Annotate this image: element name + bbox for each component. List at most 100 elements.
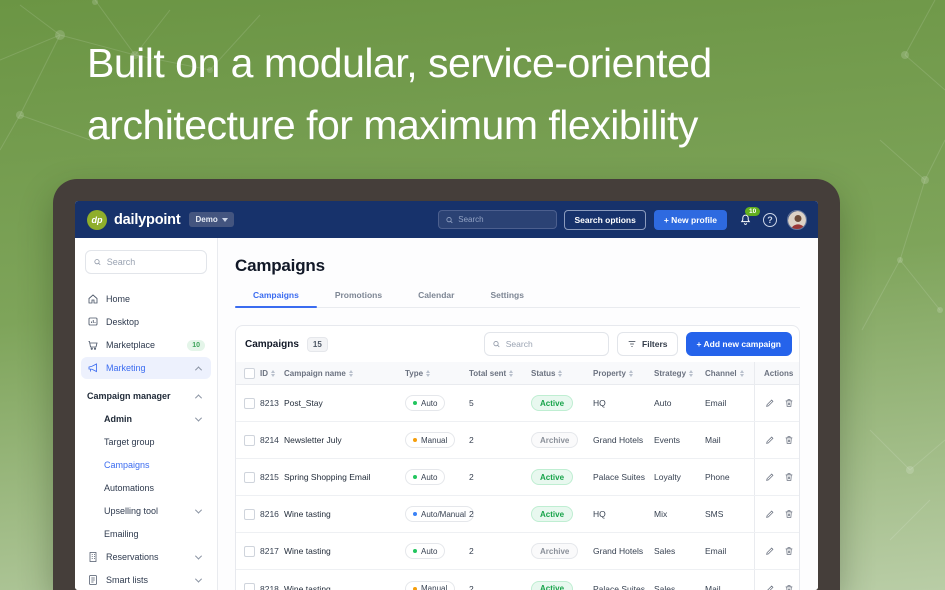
pencil-icon [766,585,774,590]
cell-id: 8216 [260,509,279,519]
type-badge: Manual [405,432,456,448]
edit-button[interactable] [765,435,775,445]
sort-icon [271,369,275,377]
environment-label: Demo [195,215,218,224]
global-search[interactable] [438,210,558,229]
cell-campaign-name: Spring Shopping Email [284,472,371,482]
chevron-down-icon [194,506,203,514]
row-checkbox[interactable] [244,434,255,446]
cell-property: Grand Hotels [593,435,644,445]
table-body: 8213 Post_Stay Auto 5 Active HQ Auto Ema… [236,385,799,590]
notifications-button[interactable]: 10 [739,207,761,226]
user-avatar[interactable] [787,209,807,230]
new-profile-button[interactable]: + New profile [653,209,727,230]
row-actions [754,459,799,495]
row-checkbox[interactable] [244,545,255,557]
type-badge: Auto [405,543,446,559]
cell-property: Palace Suites [593,472,645,482]
cell-total-sent: 2 [469,472,474,482]
hero-headline-line2: architecture for maximum flexibility [87,102,698,148]
tab-calendar[interactable]: Calendar [400,290,472,307]
table-row[interactable]: 8217 Wine tasting Auto 2 Archive Grand H… [236,533,799,570]
cell-strategy: Events [654,435,680,445]
row-checkbox[interactable] [244,471,255,483]
sidebar-item-target-group[interactable]: Target group [81,431,211,453]
delete-button[interactable] [784,546,794,556]
column-header[interactable]: Type [405,369,469,378]
sidebar-item-automations[interactable]: Automations [81,477,211,499]
sidebar-item-home[interactable]: Home [81,288,211,310]
tab-promotions[interactable]: Promotions [317,290,400,307]
row-actions [754,533,799,569]
column-header[interactable]: ID [260,369,284,378]
cell-id: 8213 [260,398,279,408]
delete-button[interactable] [784,398,794,408]
cell-total-sent: 2 [469,509,474,519]
column-header[interactable]: Channel [705,369,754,378]
global-search-input[interactable] [458,215,551,224]
row-checkbox[interactable] [244,397,255,409]
trash-icon [785,436,793,444]
column-header[interactable]: Actions [754,362,799,384]
table-row[interactable]: 8213 Post_Stay Auto 5 Active HQ Auto Ema… [236,385,799,422]
table-search-input[interactable] [505,339,602,349]
sidebar-item-campaigns[interactable]: Campaigns [81,454,211,476]
sidebar-item-smart-lists[interactable]: Smart lists [81,569,211,590]
edit-button[interactable] [765,584,775,590]
table-row[interactable]: 8218 Wine tasting Manual 2 Active Palace… [236,570,799,590]
page-title: Campaigns [235,256,325,275]
add-new-campaign-button[interactable]: + Add new campaign [685,332,792,356]
row-checkbox[interactable] [244,583,255,590]
row-actions [754,570,799,590]
environment-dropdown[interactable]: Demo [189,212,234,227]
delete-button[interactable] [784,472,794,482]
sidebar-search-input[interactable] [106,257,199,267]
type-badge: Auto [405,469,446,485]
column-header[interactable]: Total sent [469,369,531,378]
sidebar-item-reservations[interactable]: Reservations [81,546,211,568]
row-checkbox[interactable] [244,508,255,520]
edit-button[interactable] [765,472,775,482]
sidebar-item-desktop[interactable]: Desktop [81,311,211,333]
list-icon [89,575,97,585]
edit-button[interactable] [765,398,775,408]
brand-name: dailypoint [114,211,181,228]
column-header[interactable]: Property [593,369,654,378]
type-badge: Auto [405,395,446,411]
search-options-button[interactable]: Search options [564,209,646,230]
tab-settings[interactable]: Settings [472,290,542,307]
sort-icon [739,369,744,377]
type-dot-icon [413,549,417,553]
filters-button[interactable]: Filters [617,332,678,356]
cell-strategy: Loyalty [654,472,681,482]
delete-button[interactable] [784,435,794,445]
column-header[interactable]: Campaign name [284,369,405,378]
type-dot-icon [413,586,417,590]
column-header[interactable]: Strategy [654,369,705,378]
sidebar-section-campaign-manager[interactable]: Campaign manager [81,385,211,407]
edit-button[interactable] [765,546,775,556]
sidebar-search[interactable] [85,250,207,274]
cell-campaign-name: Wine tasting [284,583,331,590]
sidebar-item-marketplace[interactable]: Marketplace 10 [81,334,211,356]
table-row[interactable]: 8215 Spring Shopping Email Auto 2 Active [236,459,799,496]
search-icon [94,259,101,266]
table-row[interactable]: 8216 Wine tasting Auto/Manual 2 Active H… [236,496,799,533]
status-badge: Active [531,580,574,590]
edit-button[interactable] [765,509,775,519]
column-header[interactable]: Status [531,369,593,378]
pencil-icon [766,547,774,555]
help-button[interactable]: ? [763,212,777,227]
sidebar-item-emailing[interactable]: Emailing [81,523,211,545]
tab-campaigns[interactable]: Campaigns [235,290,317,308]
sidebar-item-marketing[interactable]: Marketing [81,357,211,379]
table-search[interactable] [484,332,610,356]
sidebar-item-upselling-tool[interactable]: Upselling tool [81,500,211,522]
delete-button[interactable] [784,509,794,519]
delete-button[interactable] [784,584,794,590]
desktop-icon [88,317,98,326]
select-all-checkbox[interactable] [244,367,255,379]
cell-strategy: Mix [654,509,668,519]
table-row[interactable]: 8214 Newsletter July Manual 2 Archive Gr… [236,422,799,459]
sidebar-item-admin[interactable]: Admin [81,408,211,430]
